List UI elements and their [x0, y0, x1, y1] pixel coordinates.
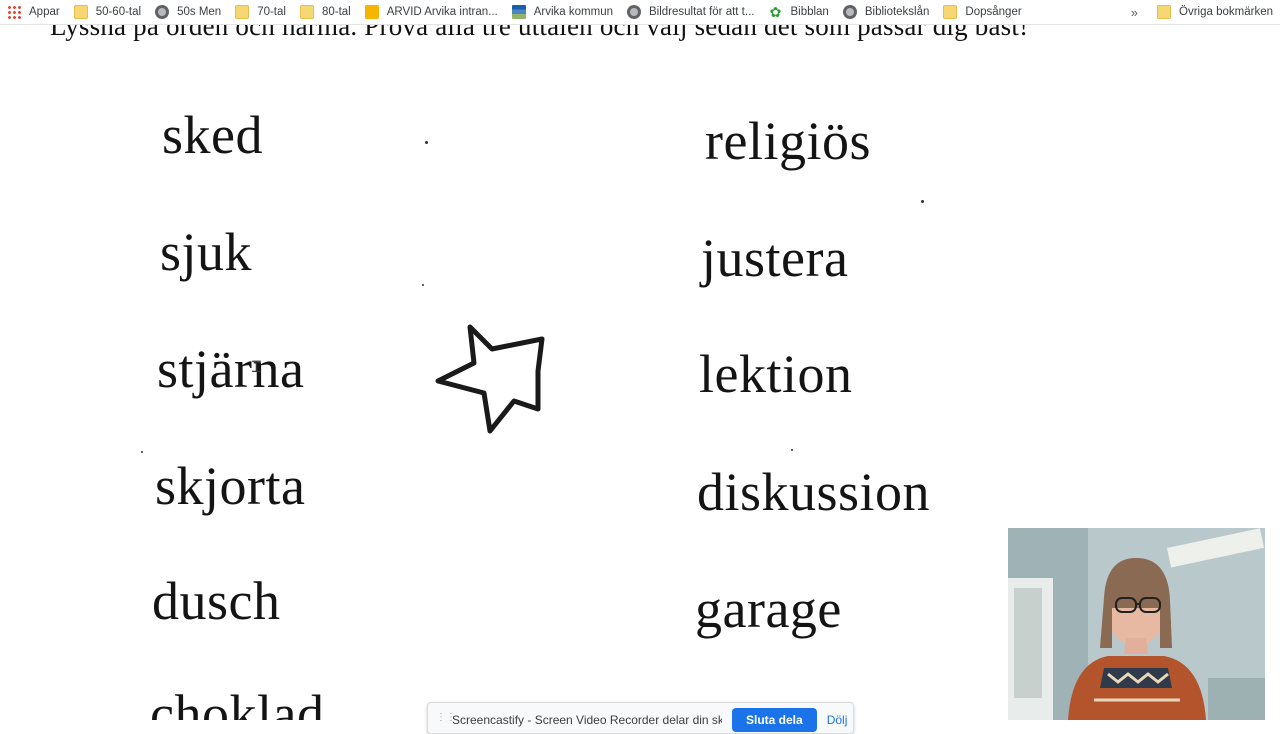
bookmark-bildresultat[interactable]: Bildresultat för att t... [620, 0, 761, 24]
bookmark-label: Appar [29, 6, 60, 18]
bookmark-bibblan[interactable]: ✿ Bibblan [761, 0, 835, 24]
arvika-kommun-icon [511, 5, 526, 19]
arvid-icon [364, 5, 379, 19]
bookmark-50s-men[interactable]: 50s Men [148, 0, 228, 24]
folder-icon [943, 5, 958, 19]
bookmark-label: 70-tal [257, 6, 286, 18]
star-icon [435, 324, 545, 434]
hide-button[interactable]: Dölj [827, 713, 848, 727]
globe-icon [155, 5, 170, 19]
folder-icon [1157, 5, 1172, 19]
word-left: choklad [150, 684, 325, 720]
word-left: sked [162, 105, 263, 165]
stop-sharing-button[interactable]: Sluta dela [732, 708, 817, 732]
word-right: diskussion [697, 462, 931, 522]
globe-icon [842, 5, 857, 19]
clover-icon: ✿ [769, 4, 782, 20]
apps-grid-icon [7, 5, 21, 19]
bookmark-bibliotekslan[interactable]: Bibliotekslån [836, 0, 937, 24]
screen-share-notification: ⋮⋮ Screencastify - Screen Video Recorder… [427, 702, 854, 734]
scan-speck [921, 200, 924, 203]
bookmark-label: Övriga bokmärken [1179, 6, 1273, 18]
folder-icon [235, 5, 250, 19]
bookmark-label: Arvika kommun [533, 6, 613, 18]
scan-speck [422, 284, 424, 286]
bookmark-label: 50s Men [177, 6, 222, 18]
word-left: dusch [152, 571, 281, 631]
scan-speck [791, 449, 793, 451]
scan-speck [425, 141, 428, 144]
webcam-overlay [1008, 528, 1265, 720]
bookmark-folder-80-tal[interactable]: 80-tal [293, 0, 358, 24]
word-left: sjuk [160, 222, 253, 282]
word-right: religiös [705, 111, 871, 171]
scan-speck [141, 451, 143, 453]
bookmark-folder-50-60-tal[interactable]: 50-60-tal [67, 0, 148, 24]
globe-icon [627, 5, 641, 19]
bookmark-label: 50-60-tal [95, 6, 142, 18]
word-left: skjorta [155, 456, 306, 516]
folder-icon [73, 5, 88, 19]
text-cursor-icon: Ɪ [252, 357, 261, 376]
bookmark-label: Bibliotekslån [864, 6, 930, 18]
bookmark-label: ARVID Arvika intran... [386, 6, 498, 18]
word-right: justera [701, 228, 849, 288]
folder-icon [299, 5, 314, 19]
bookmark-label: 80-tal [321, 6, 351, 18]
word-left: stjärna [157, 339, 305, 399]
bookmarks-overflow-chevron-icon[interactable]: » [1119, 5, 1150, 20]
bookmark-label: Bibblan [790, 6, 829, 18]
bookmark-folder-dopsanger[interactable]: Dopsånger [936, 0, 1028, 24]
bookmarks-bar: Appar 50-60-tal 50s Men 70-tal 80-tal AR… [0, 0, 1280, 25]
word-right: garage [695, 579, 842, 639]
bookmark-apps[interactable]: Appar [0, 0, 67, 24]
worksheet-instruction: Lyssna på orden och härma. Prova alla tr… [50, 25, 1029, 41]
bookmark-folder-70-tal[interactable]: 70-tal [228, 0, 293, 24]
bookmark-label: Bildresultat för att t... [649, 6, 755, 18]
bookmark-other-bookmarks[interactable]: Övriga bokmärken [1150, 0, 1280, 24]
bookmark-label: Dopsånger [965, 6, 1022, 18]
drag-handle-icon[interactable]: ⋮⋮ [436, 713, 456, 723]
word-right: lektion [699, 344, 853, 404]
webcam-person-image [1008, 528, 1265, 720]
bookmark-arvika-kommun[interactable]: Arvika kommun [505, 0, 620, 24]
bookmark-arvid[interactable]: ARVID Arvika intran... [358, 0, 505, 24]
share-message: Screencastify - Screen Video Recorder de… [452, 713, 722, 727]
